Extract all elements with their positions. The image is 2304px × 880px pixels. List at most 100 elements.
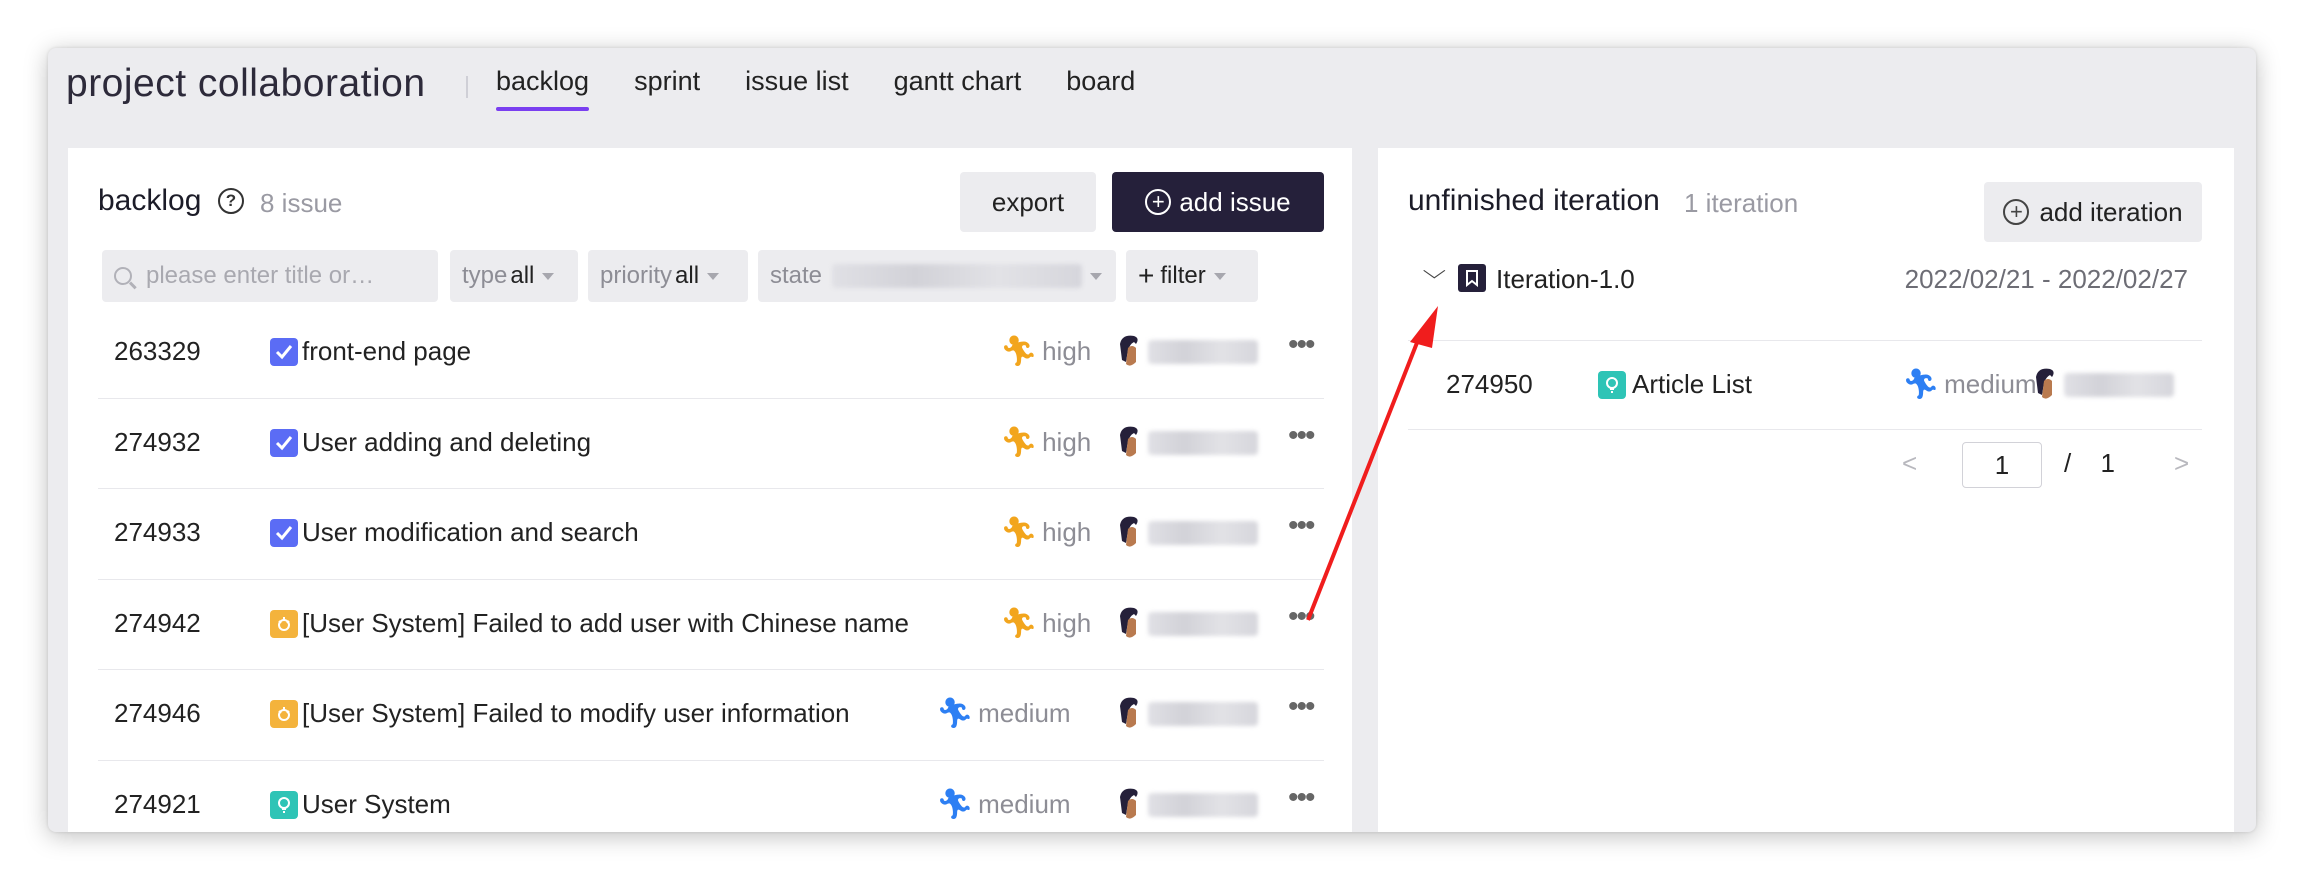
plus-icon: + xyxy=(1138,260,1155,291)
avatar xyxy=(1120,788,1138,819)
runner-icon: 🏃︎ xyxy=(1000,335,1039,368)
issue-title[interactable]: [User System] Failed to modify user info… xyxy=(302,698,850,729)
backlog-title: backlog xyxy=(98,184,202,217)
avatar xyxy=(1120,607,1138,638)
issue-title[interactable]: [User System] Failed to add user with Ch… xyxy=(302,608,909,639)
filter-label: filter xyxy=(1160,262,1206,289)
avatar xyxy=(1120,697,1138,728)
add-issue-button[interactable]: + add issue xyxy=(1112,172,1324,232)
table-row[interactable]: 263329 front-end page 🏃︎ high ••• xyxy=(98,308,1324,399)
chevron-down-icon xyxy=(707,272,720,280)
table-row[interactable]: 274946 [User System] Failed to modify us… xyxy=(98,670,1324,761)
app-title: project collaboration xyxy=(66,62,426,105)
runner-icon: 🏃︎ xyxy=(936,787,975,821)
table-row[interactable]: 274950 Article List 🏃︎ medium xyxy=(1408,340,2202,430)
priority-label: medium xyxy=(1944,369,2037,399)
search-placeholder: please enter title or… xyxy=(146,262,375,289)
state-filter[interactable]: state xyxy=(758,250,1116,302)
type-filter-label: type xyxy=(462,262,508,289)
backlog-panel: backlog ? 8 issue export + add issue ple… xyxy=(68,148,1352,832)
priority-filter-label: priority xyxy=(600,262,673,289)
table-row[interactable]: 274932 User adding and deleting 🏃︎ high … xyxy=(98,399,1324,489)
add-iteration-button[interactable]: + add iteration xyxy=(1984,182,2202,242)
tab-issue-list[interactable]: issue list xyxy=(745,66,849,111)
type-filter-value: all xyxy=(510,262,535,289)
tab-bar: backlog sprint issue list gantt chart bo… xyxy=(496,66,1180,111)
export-button[interactable]: export xyxy=(960,172,1096,232)
state-filter-value xyxy=(832,264,1083,288)
priority-label: medium xyxy=(978,788,1071,819)
page-total: / 1 xyxy=(2064,448,2115,479)
more-icon[interactable]: ••• xyxy=(1288,509,1315,543)
priority-label: medium xyxy=(978,698,1071,728)
type-filter[interactable]: type all xyxy=(450,250,578,302)
issue-id: 274950 xyxy=(1446,369,1533,399)
runner-icon: 🏃︎ xyxy=(1000,606,1039,640)
more-icon[interactable]: ••• xyxy=(1288,781,1315,815)
filter-button[interactable]: + filter xyxy=(1126,250,1258,302)
table-row[interactable]: 274933 User modification and search 🏃︎ h… xyxy=(98,489,1324,580)
avatar xyxy=(2036,368,2054,399)
flag-icon xyxy=(1458,264,1486,292)
assignee-name xyxy=(1148,611,1258,636)
more-icon[interactable]: ••• xyxy=(1288,600,1315,634)
runner-icon: 🏃︎ xyxy=(1902,368,1941,401)
search-input[interactable]: please enter title or… xyxy=(102,250,438,302)
question-circle-icon[interactable]: ? xyxy=(218,188,244,214)
task-icon xyxy=(270,519,298,547)
priority-label: high xyxy=(1042,426,1092,457)
assignee-name xyxy=(1148,792,1258,817)
bug-icon xyxy=(270,609,298,638)
tab-sprint[interactable]: sprint xyxy=(634,66,700,111)
avatar xyxy=(1120,426,1138,457)
more-icon[interactable]: ••• xyxy=(1288,328,1315,362)
table-row[interactable]: 274921 User System 🏃︎ medium ••• xyxy=(98,761,1324,833)
tab-board[interactable]: board xyxy=(1066,66,1135,111)
issue-title[interactable]: front-end page xyxy=(302,336,471,367)
add-issue-label: add issue xyxy=(1179,186,1291,217)
issue-title[interactable]: User modification and search xyxy=(302,517,639,548)
pagination: < 1 / 1 > xyxy=(1898,442,2202,488)
runner-icon: 🏃︎ xyxy=(1000,516,1039,549)
issue-table: 263329 front-end page 🏃︎ high ••• 274932… xyxy=(98,308,1324,832)
task-icon xyxy=(270,338,298,366)
avatar xyxy=(1120,516,1138,547)
issue-title[interactable]: User System xyxy=(302,789,451,820)
priority-indicator: 🏃︎ medium xyxy=(936,787,1071,822)
search-icon xyxy=(114,267,132,285)
page-input[interactable]: 1 xyxy=(1962,442,2042,488)
assignee-name xyxy=(1148,430,1258,455)
story-icon xyxy=(1598,371,1626,399)
issue-id: 274933 xyxy=(114,517,201,547)
chevron-right-icon[interactable]: > xyxy=(2174,448,2189,479)
tab-gantt-chart[interactable]: gantt chart xyxy=(894,66,1022,111)
tab-backlog[interactable]: backlog xyxy=(496,66,590,111)
header: project collaboration backlog sprint iss… xyxy=(48,48,2256,148)
priority-indicator: 🏃︎ high xyxy=(1000,515,1091,550)
assignee-name xyxy=(1148,702,1258,726)
page-separator: / xyxy=(2064,448,2072,478)
priority-filter[interactable]: priority all xyxy=(588,250,748,302)
iteration-header[interactable]: ⌵ Iteration-1.0 2022/02/21 - 2022/02/27 xyxy=(1408,250,2202,312)
more-icon[interactable]: ••• xyxy=(1288,690,1315,724)
table-row[interactable]: 274942 [User System] Failed to add user … xyxy=(98,580,1324,670)
assignee-name xyxy=(1148,340,1258,364)
state-filter-label: state xyxy=(770,262,823,289)
chevron-down-icon xyxy=(1090,272,1103,280)
issue-title[interactable]: User adding and deleting xyxy=(302,427,591,458)
more-icon[interactable]: ••• xyxy=(1288,419,1315,453)
issue-id: 274932 xyxy=(114,426,201,457)
issue-title[interactable]: Article List xyxy=(1632,369,1752,400)
priority-indicator: 🏃︎ medium xyxy=(1902,367,2037,402)
chevron-left-icon[interactable]: < xyxy=(1902,448,1917,479)
iteration-dates: 2022/02/21 - 2022/02/27 xyxy=(1904,264,2188,294)
priority-indicator: 🏃︎ high xyxy=(1000,334,1091,369)
add-iteration-label: add iteration xyxy=(2039,196,2183,227)
backlog-count: 8 issue xyxy=(260,188,343,218)
chevron-down-icon[interactable]: ⌵ xyxy=(1423,258,1446,284)
assignee-name xyxy=(2064,373,2174,397)
chevron-down-icon xyxy=(542,272,555,280)
issue-id: 263329 xyxy=(114,336,201,366)
priority-filter-value: all xyxy=(675,262,700,289)
header-divider xyxy=(466,76,468,98)
